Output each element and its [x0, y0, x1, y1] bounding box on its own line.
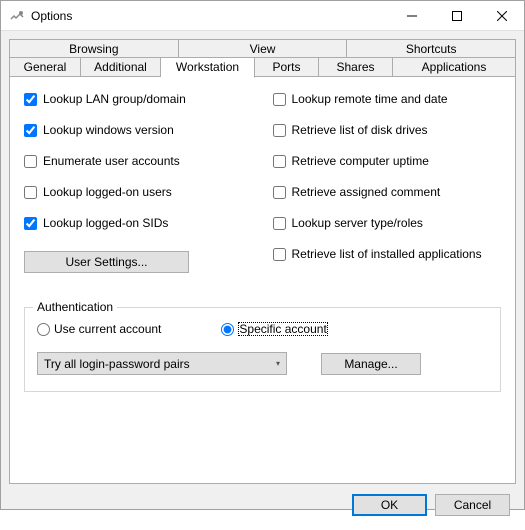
checkbox-label: Lookup logged-on users: [43, 185, 172, 199]
radio-specific-account-input[interactable]: [221, 323, 234, 336]
checkbox-logged-sids-input[interactable]: [24, 217, 37, 230]
minimize-button[interactable]: [389, 1, 434, 30]
tab-general[interactable]: General: [9, 57, 81, 77]
options-window: Options Browsing View Shortcuts General …: [0, 0, 525, 510]
checkbox-enum-users[interactable]: Enumerate user accounts: [24, 154, 253, 168]
checkbox-label: Retrieve computer uptime: [292, 154, 429, 168]
login-pairs-combo[interactable]: Try all login-password pairs ▾: [37, 352, 287, 375]
checkbox-comment-input[interactable]: [273, 186, 286, 199]
checkbox-label: Lookup server type/roles: [292, 216, 423, 230]
checkbox-server-type-input[interactable]: [273, 217, 286, 230]
radio-current-account-input[interactable]: [37, 323, 50, 336]
checkbox-remote-time[interactable]: Lookup remote time and date: [273, 92, 502, 106]
checkbox-disk-drives[interactable]: Retrieve list of disk drives: [273, 123, 502, 137]
close-button[interactable]: [479, 1, 524, 30]
titlebar: Options: [1, 1, 524, 31]
checkbox-uptime[interactable]: Retrieve computer uptime: [273, 154, 502, 168]
checkbox-lookup-winver[interactable]: Lookup windows version: [24, 123, 253, 137]
user-settings-button[interactable]: User Settings...: [24, 251, 189, 273]
checkbox-label: Retrieve assigned comment: [292, 185, 441, 199]
tab-content: Lookup LAN group/domain Lookup windows v…: [9, 76, 516, 484]
authentication-group: Authentication Use current account Speci…: [24, 307, 501, 392]
checkbox-server-type[interactable]: Lookup server type/roles: [273, 216, 502, 230]
tab-browsing[interactable]: Browsing: [9, 39, 179, 58]
checkbox-enum-users-input[interactable]: [24, 155, 37, 168]
authentication-legend: Authentication: [33, 300, 117, 314]
tab-view[interactable]: View: [179, 39, 348, 58]
tab-applications[interactable]: Applications: [393, 57, 516, 77]
checkbox-logged-users[interactable]: Lookup logged-on users: [24, 185, 253, 199]
tab-ports[interactable]: Ports: [255, 57, 319, 77]
maximize-button[interactable]: [434, 1, 479, 30]
app-icon: [9, 8, 25, 24]
checkbox-comment[interactable]: Retrieve assigned comment: [273, 185, 502, 199]
checkbox-uptime-input[interactable]: [273, 155, 286, 168]
manage-button[interactable]: Manage...: [321, 353, 421, 375]
dialog-body: Browsing View Shortcuts General Addition…: [1, 31, 524, 530]
combo-value: Try all login-password pairs: [44, 357, 190, 371]
checkbox-lookup-winver-input[interactable]: [24, 124, 37, 137]
checkbox-logged-sids[interactable]: Lookup logged-on SIDs: [24, 216, 253, 230]
checkbox-installed-apps[interactable]: Retrieve list of installed applications: [273, 247, 502, 261]
checkbox-label: Retrieve list of disk drives: [292, 123, 428, 137]
cancel-button[interactable]: Cancel: [435, 494, 510, 516]
checkbox-label: Lookup windows version: [43, 123, 174, 137]
checkbox-label: Retrieve list of installed applications: [292, 247, 482, 261]
checkbox-lookup-lan-input[interactable]: [24, 93, 37, 106]
checkbox-lookup-lan[interactable]: Lookup LAN group/domain: [24, 92, 253, 106]
checkbox-label: Lookup LAN group/domain: [43, 92, 186, 106]
radio-current-account[interactable]: Use current account: [37, 322, 161, 336]
checkbox-remote-time-input[interactable]: [273, 93, 286, 106]
ok-button[interactable]: OK: [352, 494, 427, 516]
checkbox-disk-drives-input[interactable]: [273, 124, 286, 137]
checkbox-label: Lookup logged-on SIDs: [43, 216, 168, 230]
window-title: Options: [31, 9, 389, 23]
dialog-footer: OK Cancel: [9, 484, 516, 522]
tab-shortcuts[interactable]: Shortcuts: [347, 39, 516, 58]
radio-label: Specific account: [238, 322, 327, 336]
chevron-down-icon: ▾: [276, 359, 280, 368]
checkbox-logged-users-input[interactable]: [24, 186, 37, 199]
tab-workstation[interactable]: Workstation: [161, 57, 255, 78]
checkbox-installed-apps-input[interactable]: [273, 248, 286, 261]
tab-shares[interactable]: Shares: [319, 57, 393, 77]
checkbox-label: Lookup remote time and date: [292, 92, 448, 106]
tab-additional[interactable]: Additional: [81, 57, 161, 77]
radio-label: Use current account: [54, 322, 161, 336]
radio-specific-account[interactable]: Specific account: [221, 322, 327, 336]
checkbox-label: Enumerate user accounts: [43, 154, 180, 168]
